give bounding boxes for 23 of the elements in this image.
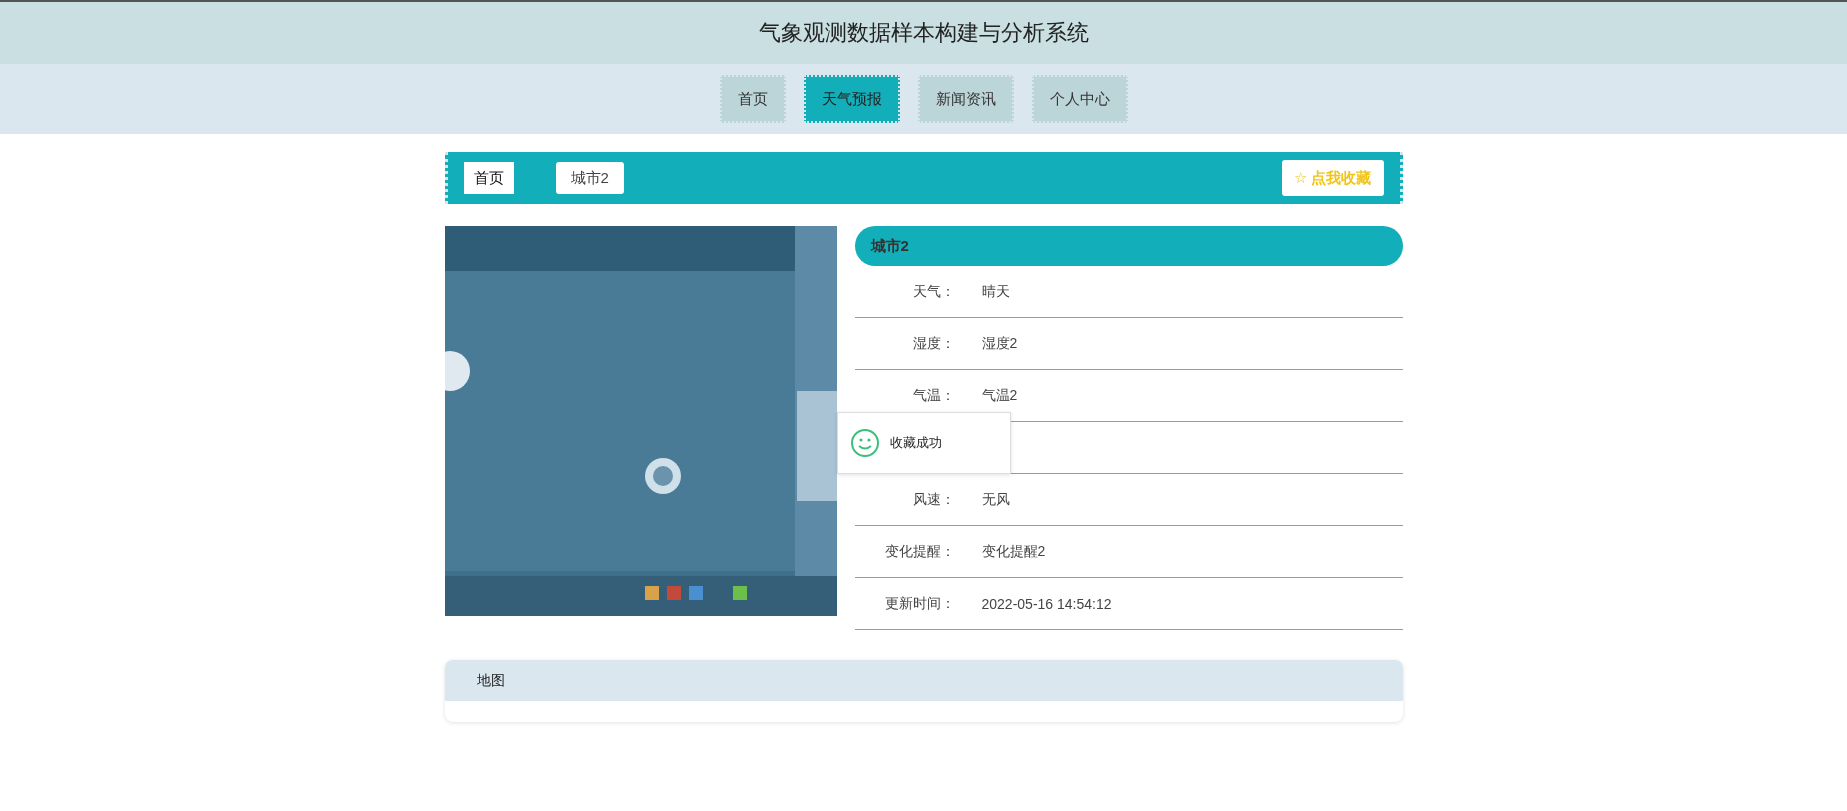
breadcrumb-link[interactable]: 城市2: [555, 162, 624, 194]
nav-tab[interactable]: 新闻资讯: [917, 75, 1014, 123]
breadcrumb-link[interactable]: 首页: [463, 162, 514, 194]
field-label: 天气：: [911, 282, 955, 301]
field-value: 气温2: [981, 386, 1018, 405]
field-value: 湿度2: [981, 334, 1018, 353]
field-value: 2022-05-16 14:54:12: [981, 595, 1112, 612]
field-value: 晴天: [981, 282, 1010, 301]
field-label: 气温：: [911, 386, 955, 405]
field-label: 更新时间：: [883, 594, 955, 613]
toast-text: 收藏成功: [889, 434, 942, 452]
field-label: 湿度：: [911, 334, 955, 353]
field-value: 无风: [981, 490, 1010, 509]
nav-tab[interactable]: 个人中心: [1031, 75, 1128, 123]
nav-tab[interactable]: 天气预报: [803, 75, 900, 123]
smiley-icon: [849, 428, 880, 458]
field-label: 风速：: [911, 490, 955, 509]
panel-title: 地图: [476, 671, 505, 690]
field-label: 变化提醒：: [883, 542, 955, 561]
nav-tab[interactable]: 首页: [719, 75, 786, 123]
site-title: 气象观测数据样本构建与分析系统: [758, 19, 1089, 47]
city-title: 城市2: [870, 236, 909, 256]
field-value: 变化提醒2: [981, 542, 1046, 561]
